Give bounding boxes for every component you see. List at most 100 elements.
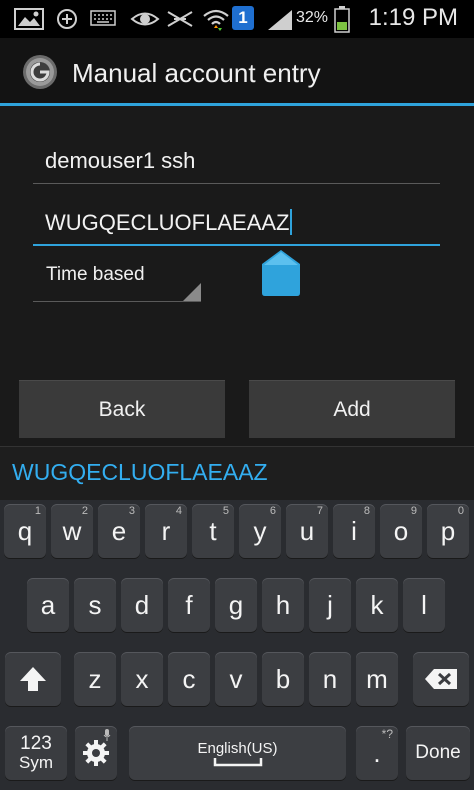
key-field[interactable]: WUGQECLUOFLAEAAZ [33, 204, 440, 246]
key-label: r [161, 515, 171, 546]
signal-bars-icon [268, 10, 292, 30]
key-label: d [134, 589, 150, 620]
key-b[interactable]: b [262, 652, 304, 706]
key-label: y [253, 515, 267, 546]
key-label: g [228, 589, 244, 620]
key-label: t [209, 515, 217, 546]
suggestion-word[interactable]: WUGQECLUOFLAEAAZ [12, 459, 268, 486]
key-v[interactable]: v [215, 652, 257, 706]
battery-percent: 32% [296, 9, 329, 26]
page-title: Manual account entry [72, 58, 321, 88]
key-e[interactable]: e3 [98, 504, 140, 558]
wifi-icon [203, 9, 229, 31]
key-label: u [299, 515, 315, 546]
key-label: m [366, 663, 388, 694]
key-type-dropdown[interactable]: Time based [33, 258, 201, 302]
field-underline-focused [33, 244, 440, 246]
key-label: z [88, 663, 102, 694]
key-a[interactable]: a [27, 578, 69, 632]
key-j[interactable]: j [309, 578, 351, 632]
notification-badge: 1 [232, 6, 254, 30]
key-label: l [421, 589, 427, 620]
key-label: n [322, 663, 338, 694]
keyboard-icon [90, 10, 116, 26]
key-q[interactable]: q1 [4, 504, 46, 558]
key-label: s [88, 589, 102, 620]
key-label: e [111, 515, 127, 546]
key-y[interactable]: y6 [239, 504, 281, 558]
no-signal-icon [167, 11, 193, 27]
gallery-icon [14, 8, 44, 30]
key-w[interactable]: w2 [51, 504, 93, 558]
symbols-key-label-top: 123 [20, 733, 52, 755]
key-number-hint: 5 [222, 505, 229, 517]
action-bar: Manual account entry [0, 38, 474, 106]
done-key[interactable]: Done [406, 726, 470, 780]
backspace-key[interactable] [413, 652, 469, 706]
account-name-field[interactable]: demouser1 ssh [33, 144, 440, 184]
add-circle-icon [57, 9, 77, 29]
period-key[interactable]: . *? [356, 726, 398, 780]
key-label: k [370, 589, 384, 620]
backspace-icon [425, 669, 457, 689]
key-r[interactable]: r4 [145, 504, 187, 558]
key-t[interactable]: t5 [192, 504, 234, 558]
key-number-hint: 6 [269, 505, 276, 517]
symbols-key-label-bottom: Sym [19, 753, 53, 773]
key-s[interactable]: s [74, 578, 116, 632]
key-label: f [185, 589, 193, 620]
key-n[interactable]: n [309, 652, 351, 706]
back-button[interactable]: Back [19, 380, 225, 438]
clock: 1:19 PM [368, 4, 458, 31]
key-o[interactable]: o9 [380, 504, 422, 558]
key-number-hint: 4 [175, 505, 182, 517]
dropdown-underline [33, 301, 201, 302]
key-label: h [275, 589, 291, 620]
key-h[interactable]: h [262, 578, 304, 632]
field-underline [33, 183, 440, 184]
key-label: j [327, 589, 333, 620]
text-caret [290, 209, 293, 235]
key-number-hint: 7 [316, 505, 323, 517]
suggestion-bar: WUGQECLUOFLAEAAZ [0, 446, 474, 501]
add-button[interactable]: Add [249, 380, 455, 438]
key-f[interactable]: f [168, 578, 210, 632]
key-i[interactable]: i8 [333, 504, 375, 558]
text-cursor-handle[interactable] [262, 250, 300, 296]
key-u[interactable]: u7 [286, 504, 328, 558]
status-bar: 1 32% 1:19 PM [0, 0, 474, 38]
key-p[interactable]: p0 [427, 504, 469, 558]
dropdown-corner-icon [183, 283, 201, 301]
key-l[interactable]: l [403, 578, 445, 632]
key-number-hint: 0 [457, 505, 464, 517]
period-key-label: . [373, 737, 381, 768]
settings-key[interactable] [75, 726, 117, 780]
key-label: v [229, 663, 243, 694]
key-k[interactable]: k [356, 578, 398, 632]
key-number-hint: 2 [81, 505, 88, 517]
key-number-hint: 8 [363, 505, 370, 517]
space-key-label: English(US) [197, 739, 278, 757]
key-label: b [275, 663, 291, 694]
key-label: x [135, 663, 149, 694]
key-label: o [393, 515, 409, 546]
key-c[interactable]: c [168, 652, 210, 706]
keyboard: q1w2e3r4t5y6u7i8o9p0 asdfghjkl zxcvbnm 1… [0, 500, 474, 790]
key-number-hint: 9 [410, 505, 417, 517]
key-label: w [62, 515, 82, 546]
symbols-key[interactable]: 123 Sym [5, 726, 67, 780]
key-z[interactable]: z [74, 652, 116, 706]
space-key[interactable]: English(US) [129, 726, 346, 780]
gear-icon [83, 740, 109, 766]
space-bar-icon [213, 757, 262, 766]
key-label: q [17, 515, 33, 546]
shift-key[interactable] [5, 652, 61, 706]
key-number-hint: 3 [128, 505, 135, 517]
key-m[interactable]: m [356, 652, 398, 706]
key-g[interactable]: g [215, 578, 257, 632]
mic-small-icon [103, 729, 111, 741]
key-d[interactable]: d [121, 578, 163, 632]
done-key-label: Done [415, 742, 461, 763]
key-label: c [182, 663, 196, 694]
key-x[interactable]: x [121, 652, 163, 706]
